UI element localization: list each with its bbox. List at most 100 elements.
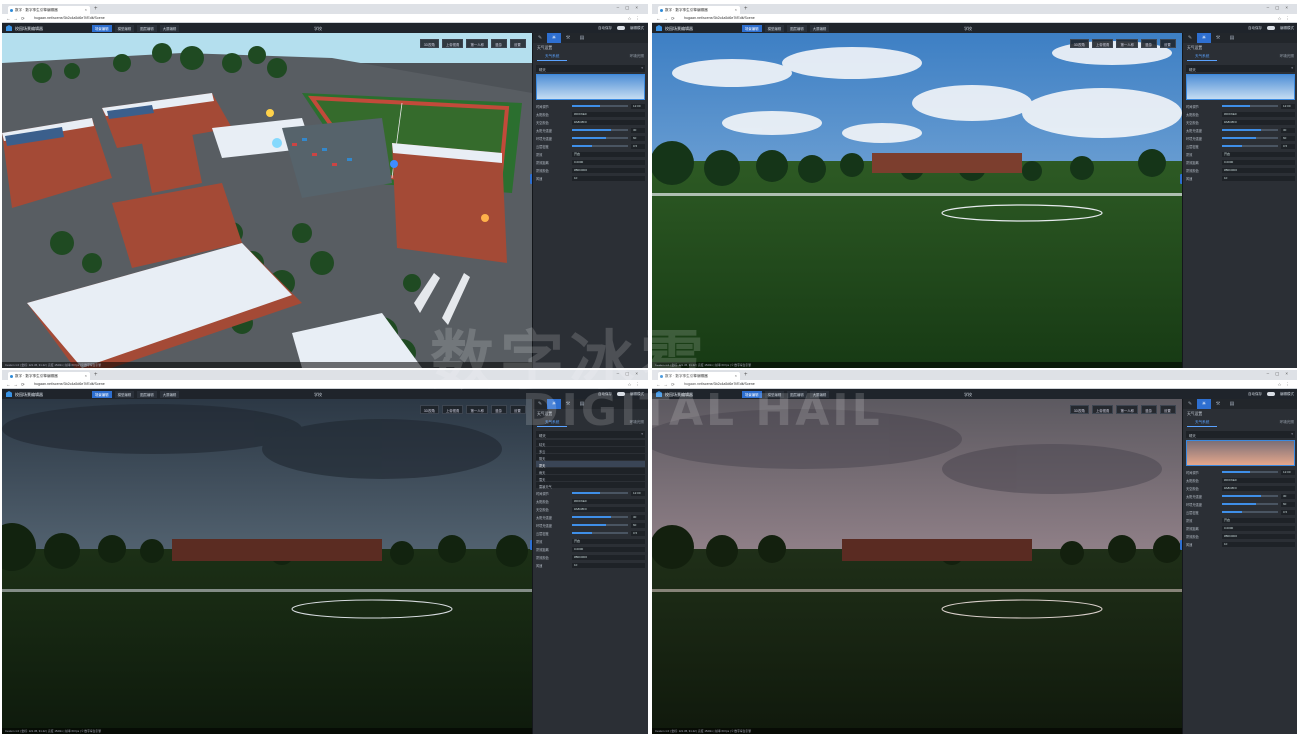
edit-mode-label[interactable]: 编辑模式 <box>1280 26 1294 30</box>
ambient-value[interactable]: 60 <box>1281 501 1295 507</box>
browser-menu-icon[interactable]: ☆⋮ <box>1277 16 1294 22</box>
brush-icon[interactable]: ✎ <box>1183 399 1197 409</box>
nav-buttons[interactable]: ←→⟳ <box>656 16 678 22</box>
close-tab-icon[interactable]: × <box>735 373 737 378</box>
browser-menu-icon[interactable]: ☆⋮ <box>627 16 644 22</box>
time-value[interactable]: 12:00 <box>1281 469 1295 475</box>
brush-icon[interactable]: ✎ <box>533 33 547 43</box>
fog-toggle[interactable]: 开启 <box>572 538 645 544</box>
app-title[interactable]: 校园场景编辑器 <box>15 392 43 398</box>
viewport-tool-button[interactable]: 第一人称 <box>466 405 488 414</box>
sun-icon[interactable]: ☀ <box>1197 399 1211 409</box>
new-tab-icon[interactable]: + <box>94 6 98 12</box>
fog-toggle[interactable]: 开启 <box>1222 517 1295 523</box>
fog-distance-input[interactable]: 0.0000 <box>1222 525 1295 531</box>
fog-color-input[interactable]: #B0C0D0 <box>1222 167 1295 173</box>
url-field[interactable]: hugaan.net/scene/3b2c4a5d6e7f/Edit/Scene <box>684 16 755 20</box>
cloud-value[interactable]: 0.5 <box>631 143 645 149</box>
browser-tab[interactable]: 数字 · 数字孪生引擎编辑器 × <box>658 372 740 380</box>
cloud-slider[interactable] <box>1222 145 1278 147</box>
weather-option[interactable]: 雷暴天气 <box>536 482 645 489</box>
browser-menu-icon[interactable]: ☆⋮ <box>627 382 644 388</box>
3d-viewport[interactable]: 3D视角 上帝视角 第一人称 漫游 设置 Cesium 1.0 | 坐标: 121.45… <box>2 33 532 368</box>
fog-distance-input[interactable]: 0.0000 <box>572 546 645 552</box>
ambient-slider[interactable] <box>572 137 628 139</box>
layers-icon[interactable]: ▤ <box>1225 399 1239 409</box>
browser-tab[interactable]: 数字 · 数字孪生引擎编辑器 × <box>8 6 90 14</box>
mode-tab[interactable]: 图层编辑 <box>787 390 807 398</box>
new-tab-icon[interactable]: + <box>744 372 748 378</box>
fog-distance-input[interactable]: 0.0000 <box>572 159 645 165</box>
brush-icon[interactable]: ✎ <box>533 399 547 409</box>
nav-buttons[interactable]: ←→⟳ <box>6 16 28 22</box>
viewport-tool-button[interactable]: 3D视角 <box>419 39 439 48</box>
url-field[interactable]: hugaan.net/scene/3b2c4a5d6e7f/Edit/Scene <box>34 382 105 386</box>
viewport-tool-button[interactable]: 设置 <box>510 405 526 414</box>
close-tab-icon[interactable]: × <box>735 7 737 12</box>
nav-buttons[interactable]: ←→⟳ <box>656 382 678 388</box>
sky-color-input[interactable]: #A8C8F0 <box>572 119 645 125</box>
url-field[interactable]: hugaan.net/scene/3b2c4a5d6e7f/Edit/Scene <box>684 382 755 386</box>
wind-input[interactable]: 10 <box>572 175 645 181</box>
sun-icon[interactable]: ☀ <box>1197 33 1211 43</box>
subtab-weather[interactable]: 天气系统 <box>1187 54 1218 61</box>
viewport-tool-button[interactable]: 第一人称 <box>1116 39 1138 48</box>
mode-tab[interactable]: 场景编辑 <box>742 24 762 32</box>
new-tab-icon[interactable]: + <box>744 6 748 12</box>
weather-option[interactable]: 雾天 <box>536 461 645 468</box>
edit-mode-label[interactable]: 编辑模式 <box>1280 392 1294 396</box>
subtab-lighting[interactable]: 环境光照 <box>630 54 644 61</box>
sun-icon[interactable]: ☀ <box>547 33 561 43</box>
wrench-icon[interactable]: ⚒ <box>561 33 575 43</box>
cloud-value[interactable]: 0.5 <box>1281 509 1295 515</box>
subtab-weather[interactable]: 天气系统 <box>1187 420 1218 427</box>
fog-distance-input[interactable]: 0.0000 <box>1222 159 1295 165</box>
viewport-tool-button[interactable]: 3D视角 <box>419 405 439 414</box>
viewport-tool-button[interactable]: 设置 <box>510 39 526 48</box>
sun-intensity-slider[interactable] <box>572 516 628 518</box>
viewport-tool-button[interactable]: 第一人称 <box>1116 405 1138 414</box>
viewport-tool-button[interactable]: 3D视角 <box>1069 405 1089 414</box>
app-title[interactable]: 校园场景编辑器 <box>15 26 43 32</box>
mode-tab[interactable]: 大屏编辑 <box>159 24 180 32</box>
subtab-lighting[interactable]: 环境光照 <box>1280 420 1294 427</box>
weather-select[interactable]: 晴天 <box>1186 65 1295 72</box>
sun-color-input[interactable]: #FFF6E0 <box>572 498 645 504</box>
time-slider[interactable] <box>1222 471 1278 473</box>
wrench-icon[interactable]: ⚒ <box>1211 399 1225 409</box>
viewport-tool-button[interactable]: 漫游 <box>1141 39 1157 48</box>
sun-intensity-slider[interactable] <box>1222 129 1278 131</box>
3d-viewport[interactable]: 3D视角 上帝视角 第一人称 漫游 设置 Cesium 1.0 | 坐标: 121.45… <box>652 33 1182 368</box>
sun-intensity-value[interactable]: 30 <box>631 127 645 133</box>
fog-color-input[interactable]: #B0C0D0 <box>572 554 645 560</box>
sun-color-input[interactable]: #FFF6E0 <box>1222 111 1295 117</box>
window-controls[interactable]: –▢× <box>1267 5 1294 11</box>
viewport-tool-button[interactable]: 上帝视角 <box>441 405 464 414</box>
layers-icon[interactable]: ▤ <box>575 399 589 409</box>
browser-menu-icon[interactable]: ☆⋮ <box>1277 382 1294 388</box>
autosave-toggle[interactable] <box>617 391 626 396</box>
viewport-tool-button[interactable]: 漫游 <box>491 39 507 48</box>
mode-tab[interactable]: 模型编辑 <box>764 24 785 32</box>
ambient-value[interactable]: 60 <box>1281 135 1295 141</box>
viewport-tool-button[interactable]: 设置 <box>1160 405 1176 414</box>
fog-color-input[interactable]: #B0C0D0 <box>572 167 645 173</box>
fog-toggle[interactable]: 开启 <box>572 151 645 157</box>
3d-viewport[interactable]: 3D视角 上帝视角 第一人称 漫游 设置 Cesium 1.0 | 坐标: 121.45… <box>2 399 532 734</box>
weather-option[interactable]: 晴天 <box>536 440 645 447</box>
cloud-slider[interactable] <box>1222 511 1278 513</box>
sun-intensity-slider[interactable] <box>572 129 628 131</box>
viewport-tool-button[interactable]: 上帝视角 <box>441 39 464 48</box>
viewport-tool-button[interactable]: 漫游 <box>1141 405 1157 414</box>
cloud-value[interactable]: 0.5 <box>631 530 645 536</box>
sky-color-input[interactable]: #A8C8F0 <box>572 506 645 512</box>
url-field[interactable]: hugaan.net/scene/3b2c4a5d6e7f/Edit/Scene <box>34 16 105 20</box>
time-slider[interactable] <box>572 492 628 494</box>
wind-input[interactable]: 10 <box>1222 541 1295 547</box>
mode-tab[interactable]: 图层编辑 <box>787 24 807 32</box>
autosave-toggle[interactable] <box>1267 25 1276 30</box>
sky-color-input[interactable]: #A8C8F0 <box>1222 485 1295 491</box>
viewport-tool-button[interactable]: 第一人称 <box>466 39 488 48</box>
time-value[interactable]: 12:00 <box>1281 103 1295 109</box>
browser-tab[interactable]: 数字 · 数字孪生引擎编辑器 × <box>8 372 90 380</box>
